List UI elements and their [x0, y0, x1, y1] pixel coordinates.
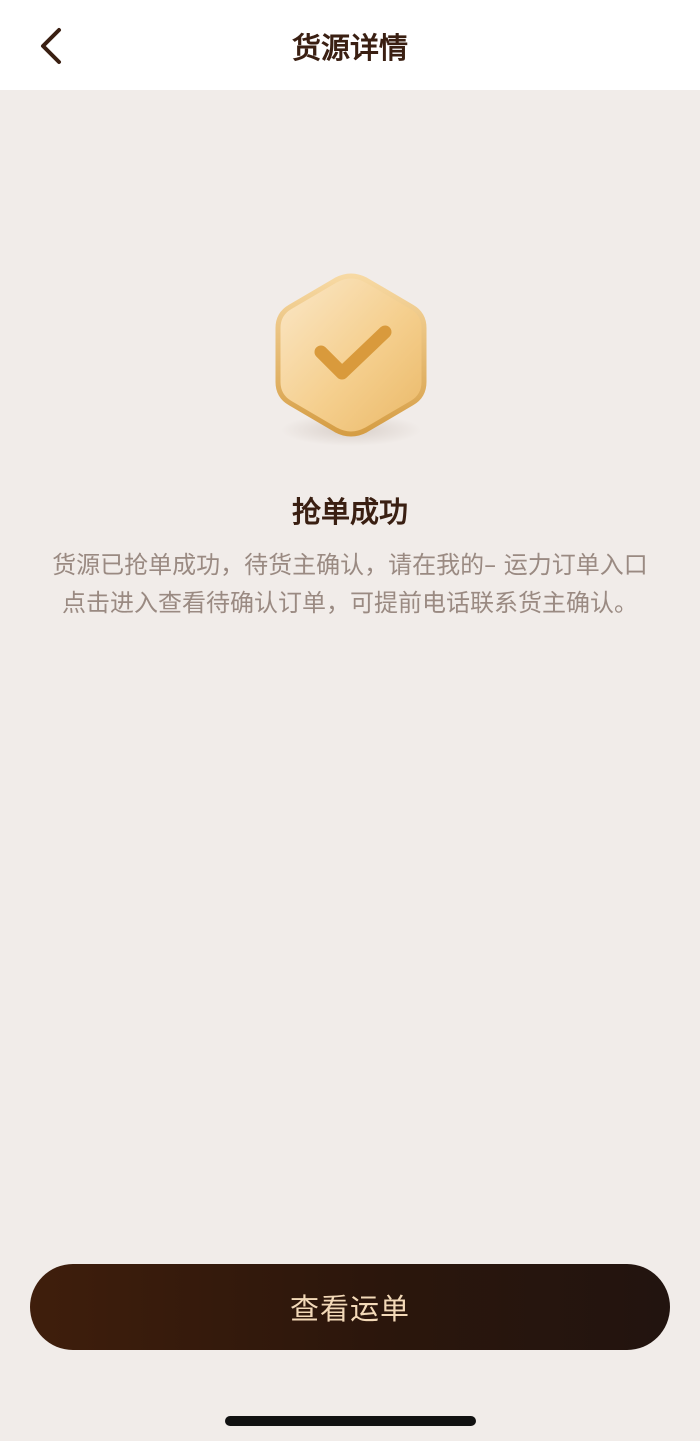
result-description: 货源已抢单成功，待货主确认，请在我的– 运力订单入口点击进入查看待确认订单，可提…: [52, 551, 648, 617]
hexagon-check-icon: [272, 270, 430, 446]
screen: 货源详情 抢单成功 货源已抢单成功，待货主确认，请在我的– 运力订单入口点击进入…: [0, 0, 700, 1441]
view-waybill-button[interactable]: 查看运单: [30, 1264, 670, 1350]
home-indicator: [225, 1416, 476, 1426]
navigation-bar: 货源详情: [0, 0, 700, 90]
view-waybill-button-label: 查看运单: [289, 1292, 410, 1326]
page-title: 货源详情: [291, 31, 408, 65]
result-title: 抢单成功: [291, 495, 408, 529]
